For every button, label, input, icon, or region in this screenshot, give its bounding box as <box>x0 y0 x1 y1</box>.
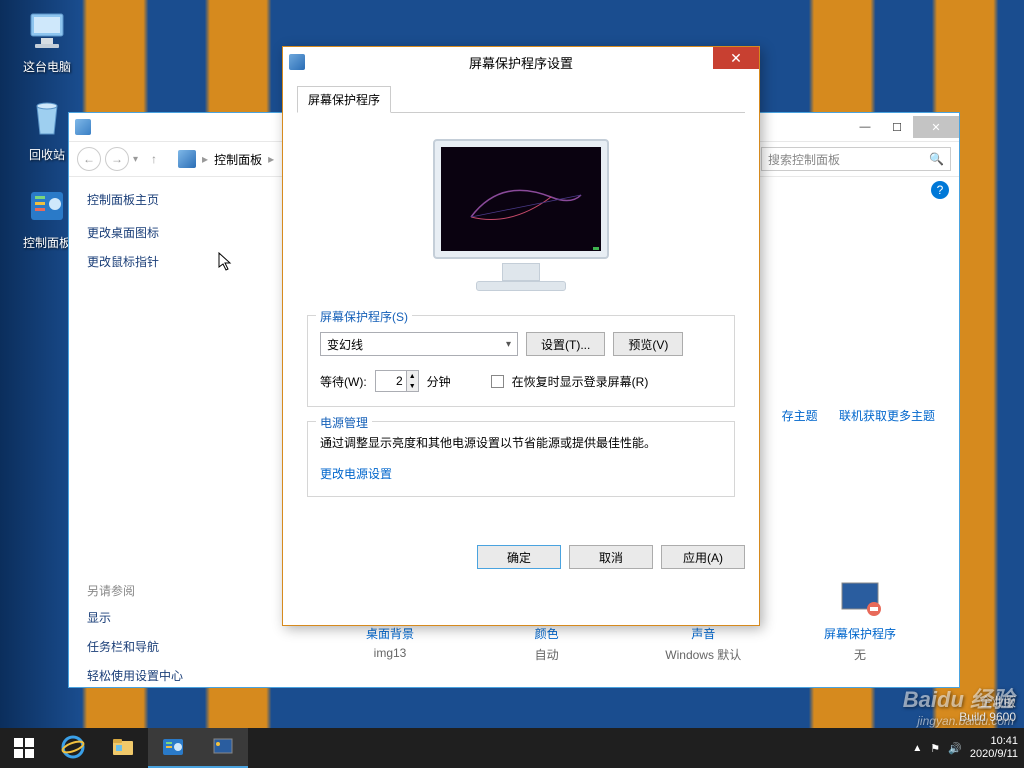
wait-input[interactable] <box>376 371 406 391</box>
screensaver-combo[interactable]: 变幻线 ▾ <box>320 332 518 356</box>
pers-value: 无 <box>785 646 935 663</box>
dialog-titlebar[interactable]: 屏幕保护程序设置 ✕ <box>283 47 759 77</box>
ok-button[interactable]: 确定 <box>477 545 561 569</box>
clock-time: 10:41 <box>970 735 1018 748</box>
control-panel-icon <box>23 182 71 230</box>
pc-icon <box>23 6 71 54</box>
nav-history-button[interactable]: ▾ <box>133 154 138 165</box>
screensaver-group: 屏幕保护程序(S) 变幻线 ▾ 设置(T)... 预览(V) 等待(W): ▲▼ <box>307 315 735 407</box>
online-themes-link[interactable]: 联机获取更多主题 <box>839 409 935 423</box>
help-icon[interactable]: ? <box>931 181 949 199</box>
wait-unit: 分钟 <box>427 373 451 390</box>
sidebar-link-ease-of-access[interactable]: 轻松使用设置中心 <box>87 667 251 684</box>
pers-title: 桌面背景 <box>315 625 465 642</box>
wait-spinner[interactable]: ▲▼ <box>375 370 419 392</box>
desktop-icon-label: 这台电脑 <box>12 58 82 75</box>
preview-button[interactable]: 预览(V) <box>613 332 683 356</box>
sidebar: 控制面板主页 更改桌面图标 更改鼠标指针 另请参阅 显示 任务栏和导航 轻松使用… <box>69 177 269 687</box>
sidebar-link-mouse-pointers[interactable]: 更改鼠标指针 <box>87 253 251 270</box>
power-group-label: 电源管理 <box>316 414 372 431</box>
baidu-watermark: Baidu 经验 jingyan.baidu.com <box>903 682 1014 728</box>
clock-date: 2020/9/11 <box>970 748 1018 761</box>
apply-button[interactable]: 应用(A) <box>661 545 745 569</box>
breadcrumb[interactable]: ▸ 控制面板 ▸ <box>178 150 274 168</box>
power-text: 通过调整显示亮度和其他电源设置以节省能源或提供最佳性能。 <box>320 434 722 451</box>
search-input[interactable]: 搜索控制面板 🔍 <box>761 147 951 171</box>
see-also-label: 另请参阅 <box>87 582 251 599</box>
pers-screensaver[interactable]: 屏幕保护程序 无 <box>785 579 935 663</box>
baidu-brand: Baidu 经验 <box>903 687 1014 712</box>
tray-up-icon[interactable]: ▲ <box>912 743 922 754</box>
theme-links: 存主题 联机获取更多主题 <box>764 407 935 424</box>
chevron-down-icon: ▾ <box>506 339 511 350</box>
power-group: 电源管理 通过调整显示亮度和其他电源设置以节省能源或提供最佳性能。 更改电源设置 <box>307 421 735 497</box>
pers-value: Windows 默认 <box>628 646 778 663</box>
power-settings-link[interactable]: 更改电源设置 <box>320 465 392 482</box>
settings-button[interactable]: 设置(T)... <box>526 332 605 356</box>
sidebar-link-taskbar[interactable]: 任务栏和导航 <box>87 638 251 655</box>
minimize-button[interactable]: — <box>849 116 881 138</box>
taskbar-explorer[interactable] <box>98 728 148 768</box>
combo-value: 变幻线 <box>327 336 363 353</box>
baidu-url: jingyan.baidu.com <box>903 714 1014 728</box>
monitor-led-icon <box>593 247 599 250</box>
start-button[interactable] <box>0 728 48 768</box>
window-icon <box>75 119 91 135</box>
taskbar-ie[interactable] <box>48 728 98 768</box>
cancel-button[interactable]: 取消 <box>569 545 653 569</box>
sidebar-link-display[interactable]: 显示 <box>87 609 251 626</box>
breadcrumb-icon <box>178 150 196 168</box>
pers-title: 颜色 <box>472 625 622 642</box>
nav-up-button[interactable]: ↑ <box>142 147 166 171</box>
screensaver-settings-dialog: 屏幕保护程序设置 ✕ 屏幕保护程序 屏幕保护程序(S) 变幻线 ▾ <box>282 46 760 626</box>
search-icon: 🔍 <box>929 152 944 166</box>
dialog-icon <box>289 54 305 70</box>
sidebar-home-link[interactable]: 控制面板主页 <box>87 191 251 208</box>
pers-title: 声音 <box>628 625 778 642</box>
nav-forward-button[interactable]: → <box>105 147 129 171</box>
dialog-close-button[interactable]: ✕ <box>713 47 759 69</box>
taskbar-control-panel[interactable] <box>148 728 198 768</box>
pers-title: 屏幕保护程序 <box>785 625 935 642</box>
nav-back-button[interactable]: ← <box>77 147 101 171</box>
system-tray: ▲ ⚑ 🔊 10:41 2020/9/11 <box>912 728 1024 768</box>
spin-up-icon[interactable]: ▲ <box>407 371 418 381</box>
volume-icon[interactable]: 🔊 <box>948 742 962 755</box>
taskbar: ▲ ⚑ 🔊 10:41 2020/9/11 <box>0 728 1024 768</box>
spin-down-icon[interactable]: ▼ <box>407 381 418 391</box>
screensaver-preview <box>433 139 609 291</box>
group-label: 屏幕保护程序(S) <box>316 308 412 325</box>
wait-label: 等待(W): <box>320 373 367 390</box>
pers-value: img13 <box>315 646 465 660</box>
save-theme-link[interactable]: 存主题 <box>782 409 818 423</box>
sidebar-link-desktop-icons[interactable]: 更改桌面图标 <box>87 224 251 241</box>
dialog-title: 屏幕保护程序设置 <box>469 53 573 72</box>
tab-strip: 屏幕保护程序 <box>297 85 745 113</box>
close-button[interactable]: ✕ <box>913 116 959 138</box>
action-center-icon[interactable]: ⚑ <box>930 742 940 755</box>
desktop-icon-this-pc[interactable]: 这台电脑 <box>12 6 82 75</box>
taskbar-clock[interactable]: 10:41 2020/9/11 <box>970 735 1018 761</box>
resume-label: 在恢复时显示登录屏幕(R) <box>512 373 649 390</box>
breadcrumb-item[interactable]: 控制面板 <box>214 151 262 168</box>
maximize-button[interactable]: ☐ <box>881 116 913 138</box>
recycle-bin-icon <box>23 94 71 142</box>
pers-value: 自动 <box>472 646 622 663</box>
tab-screensaver[interactable]: 屏幕保护程序 <box>297 86 391 113</box>
resume-checkbox[interactable] <box>491 375 504 388</box>
screensaver-icon <box>836 579 884 619</box>
taskbar-personalization[interactable] <box>198 728 248 768</box>
search-placeholder: 搜索控制面板 <box>768 151 840 168</box>
